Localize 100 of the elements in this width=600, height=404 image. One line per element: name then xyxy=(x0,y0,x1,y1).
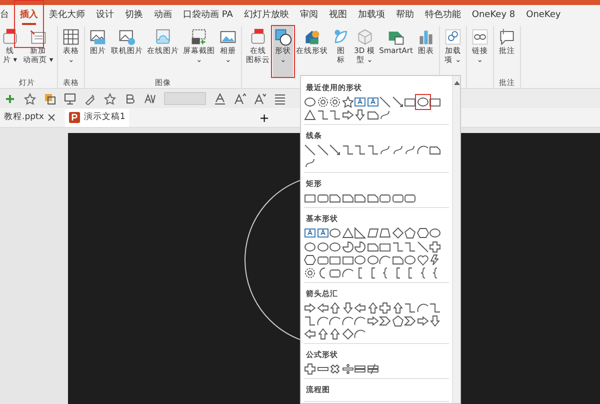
plus-shape-icon[interactable] xyxy=(304,363,316,376)
pentagon-shape-icon[interactable] xyxy=(404,227,416,240)
rounded-rect-shape-icon[interactable] xyxy=(316,192,328,204)
right-arrow-shape-icon[interactable] xyxy=(342,109,354,122)
oval-shape-icon[interactable] xyxy=(429,227,441,240)
hexagon-shape-icon[interactable] xyxy=(416,227,428,240)
scrollbar[interactable] xyxy=(452,76,460,403)
screen-icon[interactable] xyxy=(64,92,76,104)
right-arrow-shape-icon[interactable] xyxy=(416,315,428,328)
plus-icon[interactable] xyxy=(4,92,16,104)
snip-shape-icon[interactable] xyxy=(366,192,378,204)
arrow-line-shape-icon[interactable] xyxy=(329,144,341,156)
bolt-shape-icon[interactable] xyxy=(429,254,441,266)
textbox-shape-icon[interactable] xyxy=(316,227,328,240)
brush-icon[interactable] xyxy=(84,92,96,104)
right-triangle-shape-icon[interactable] xyxy=(354,227,366,240)
curve-shape-icon[interactable] xyxy=(304,157,316,170)
elbow-shape-icon[interactable] xyxy=(366,144,378,156)
arrow-line-shape-icon[interactable] xyxy=(392,96,404,108)
triangle-shape-icon[interactable] xyxy=(304,109,316,122)
snip-shape-icon[interactable] xyxy=(429,144,441,156)
star-icon[interactable] xyxy=(24,92,36,104)
textbox-shape-icon[interactable] xyxy=(304,227,316,240)
arc-shape-icon[interactable] xyxy=(342,266,354,279)
oval-shape-icon[interactable] xyxy=(316,240,328,253)
down-arrow-shape-icon[interactable] xyxy=(342,302,354,314)
oval-shape-icon[interactable] xyxy=(304,240,316,253)
up-arrow-shape-icon[interactable] xyxy=(329,328,341,340)
not-equal-shape-icon[interactable] xyxy=(366,363,378,376)
rect-shape-icon[interactable] xyxy=(329,254,341,266)
rounded-rect-shape-icon[interactable] xyxy=(379,192,391,204)
oval-shape-icon[interactable] xyxy=(329,227,341,240)
curve-shape-icon[interactable] xyxy=(379,109,391,122)
shrink-font-icon[interactable] xyxy=(254,92,266,104)
textbox-shape-icon[interactable] xyxy=(354,96,366,108)
line-shape-icon[interactable] xyxy=(416,240,428,253)
elbow-shape-icon[interactable] xyxy=(342,144,354,156)
line-shape-icon[interactable] xyxy=(379,96,391,108)
heart-shape-icon[interactable] xyxy=(416,254,428,266)
equal-shape-icon[interactable] xyxy=(354,363,366,376)
ribbon-tab[interactable]: 审阅 xyxy=(300,5,318,26)
elbow-shape-icon[interactable] xyxy=(316,109,328,122)
rect-shape-icon[interactable] xyxy=(342,254,354,266)
ribbon-tab[interactable]: 加载项 xyxy=(358,5,385,26)
line-shape-icon[interactable] xyxy=(304,144,316,156)
left-arrow-shape-icon[interactable] xyxy=(316,302,328,314)
snip-shape-icon[interactable] xyxy=(354,192,366,204)
arc-shape-icon[interactable] xyxy=(316,315,328,328)
oval-shape-icon[interactable] xyxy=(354,254,366,266)
rect-shape-icon[interactable] xyxy=(304,192,316,204)
up-arrow-shape-icon[interactable] xyxy=(366,302,378,314)
left-arrow-shape-icon[interactable] xyxy=(304,328,316,340)
diamond-shape-icon[interactable] xyxy=(342,328,354,340)
elbow-shape-icon[interactable] xyxy=(392,240,404,253)
ribbon-tab[interactable]: 台 xyxy=(0,5,9,26)
ribbon-tab[interactable]: 动画 xyxy=(154,5,172,26)
rounded-rect-shape-icon[interactable] xyxy=(392,192,404,204)
up-arrow-shape-icon[interactable] xyxy=(392,302,404,314)
hexagon-shape-icon[interactable] xyxy=(304,254,316,266)
rect-shape-icon[interactable] xyxy=(429,96,441,108)
oval-shape-icon[interactable] xyxy=(404,254,416,266)
oval-shape-icon[interactable] xyxy=(304,96,316,108)
plus-shape-icon[interactable] xyxy=(379,302,391,314)
parallelogram-shape-icon[interactable] xyxy=(366,227,378,240)
scroll-up-icon[interactable] xyxy=(454,80,460,86)
font-size-field[interactable] xyxy=(164,92,206,105)
rounded-rect-shape-icon[interactable] xyxy=(404,192,416,204)
ribbon-tab[interactable]: 口袋动画 PA xyxy=(183,5,233,26)
right-arrow-shape-icon[interactable] xyxy=(304,302,316,314)
ribbon-tab[interactable]: OneKey xyxy=(526,5,561,26)
triangle-shape-icon[interactable] xyxy=(342,227,354,240)
up-arrow-shape-icon[interactable] xyxy=(316,328,328,340)
pie-shape-icon[interactable] xyxy=(342,240,354,253)
elbow-shape-icon[interactable] xyxy=(329,109,341,122)
gear-shape-icon[interactable] xyxy=(316,96,328,108)
oval-shape-icon[interactable] xyxy=(366,254,378,266)
snip-shape-icon[interactable] xyxy=(329,192,341,204)
left-arrow-shape-icon[interactable] xyxy=(354,302,366,314)
ribbon-tab[interactable]: 视图 xyxy=(328,5,347,26)
arc-shape-icon[interactable] xyxy=(379,254,391,266)
close-icon[interactable] xyxy=(48,114,55,121)
ribbon-tab[interactable]: 切换 xyxy=(125,5,143,26)
ribbon-tab[interactable]: 帮助 xyxy=(396,5,414,26)
oval-shape-icon[interactable] xyxy=(416,96,428,108)
elbow-shape-icon[interactable] xyxy=(354,144,366,156)
ribbon-tab[interactable]: 插入 xyxy=(20,5,38,26)
snip-shape-icon[interactable] xyxy=(366,240,378,253)
rounded-rect-shape-icon[interactable] xyxy=(329,266,341,279)
spacing-icon[interactable] xyxy=(144,92,156,104)
up-arrow-shape-icon[interactable] xyxy=(329,302,341,314)
right-arrow-shape-icon[interactable] xyxy=(366,315,378,328)
down-arrow-shape-icon[interactable] xyxy=(429,315,441,328)
rounded-rect-shape-icon[interactable] xyxy=(316,254,328,266)
pentagon-shape-icon[interactable] xyxy=(392,315,404,328)
textbox-shape-icon[interactable] xyxy=(366,96,378,108)
chevron-shape-icon[interactable] xyxy=(379,315,391,328)
arc-shape-icon[interactable] xyxy=(329,315,341,328)
diamond-shape-icon[interactable] xyxy=(392,227,404,240)
plus-shape-icon[interactable] xyxy=(429,240,441,253)
layers-icon[interactable] xyxy=(44,92,56,104)
